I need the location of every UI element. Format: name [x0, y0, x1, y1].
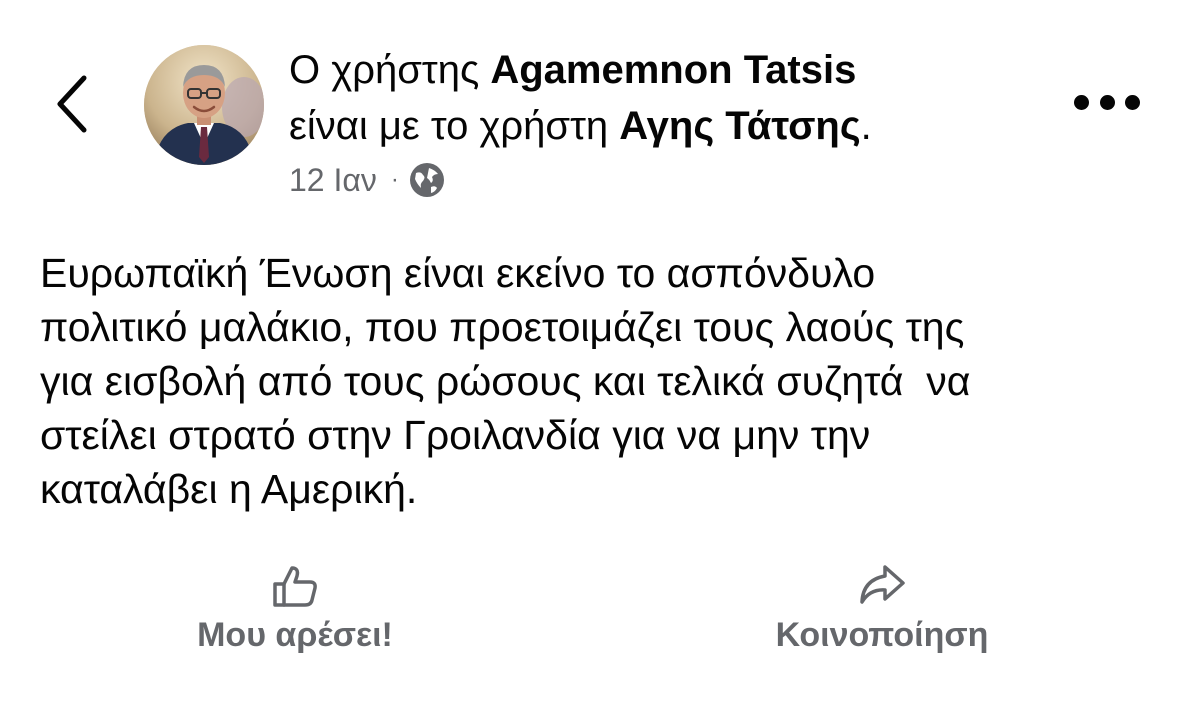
post-body: Ευρωπαϊκή Ένωση είναι εκείνο το ασπόνδυλ… — [40, 246, 1150, 516]
like-button[interactable]: Μου αρέσει! — [172, 562, 418, 655]
author-name[interactable]: Agamemnon Tatsis — [490, 48, 856, 92]
post-meta: 12 Ιαν · — [289, 158, 445, 202]
profile-photo — [144, 45, 264, 165]
header-line-2: είναι με το χρήστη Αγης Τάτσης. — [289, 98, 872, 154]
more-options-button[interactable] — [1074, 84, 1140, 120]
header-period: . — [860, 104, 872, 148]
share-arrow-icon — [860, 565, 905, 604]
share-label: Κοινοποίηση — [775, 616, 989, 654]
post-text-line: στείλει στρατό στην Γροιλανδία για να μη… — [40, 412, 871, 458]
header-prefix: Ο χρήστης — [289, 48, 491, 92]
more-horizontal-icon-dot-3 — [1125, 94, 1140, 110]
more-horizontal-icon-dot-2 — [1099, 94, 1115, 110]
thumbs-up-icon — [273, 566, 317, 607]
chevron-left-icon — [57, 75, 87, 133]
post-text-line: πολιτικό μαλάκιο, που προετοιμάζει τους … — [40, 304, 965, 350]
like-label: Μου αρέσει! — [197, 616, 393, 654]
globe-icon[interactable] — [409, 162, 445, 198]
post-text-line: Ευρωπαϊκή Ένωση είναι εκείνο το ασπόνδυλ… — [40, 250, 876, 296]
avatar[interactable] — [144, 45, 264, 165]
header-with-text: είναι με το χρήστη — [289, 104, 620, 148]
header-line-1: Ο χρήστης Agamemnon Tatsis — [289, 42, 872, 98]
post-timestamp[interactable]: 12 Ιαν — [289, 162, 377, 199]
post-text-line: καταλάβει η Αμερική. — [40, 466, 418, 512]
back-button[interactable] — [48, 72, 96, 136]
more-horizontal-icon-dot-1 — [1074, 94, 1089, 110]
tagged-user-name[interactable]: Αγης Τάτσης — [619, 104, 860, 148]
share-button[interactable]: Κοινοποίηση — [756, 562, 1008, 655]
post-header: Ο χρήστης Agamemnon Tatsis είναι με το χ… — [289, 42, 872, 154]
meta-separator: · — [390, 166, 399, 193]
post-text-line: για εισβολή από τους ρώσους και τελικά σ… — [40, 358, 971, 404]
